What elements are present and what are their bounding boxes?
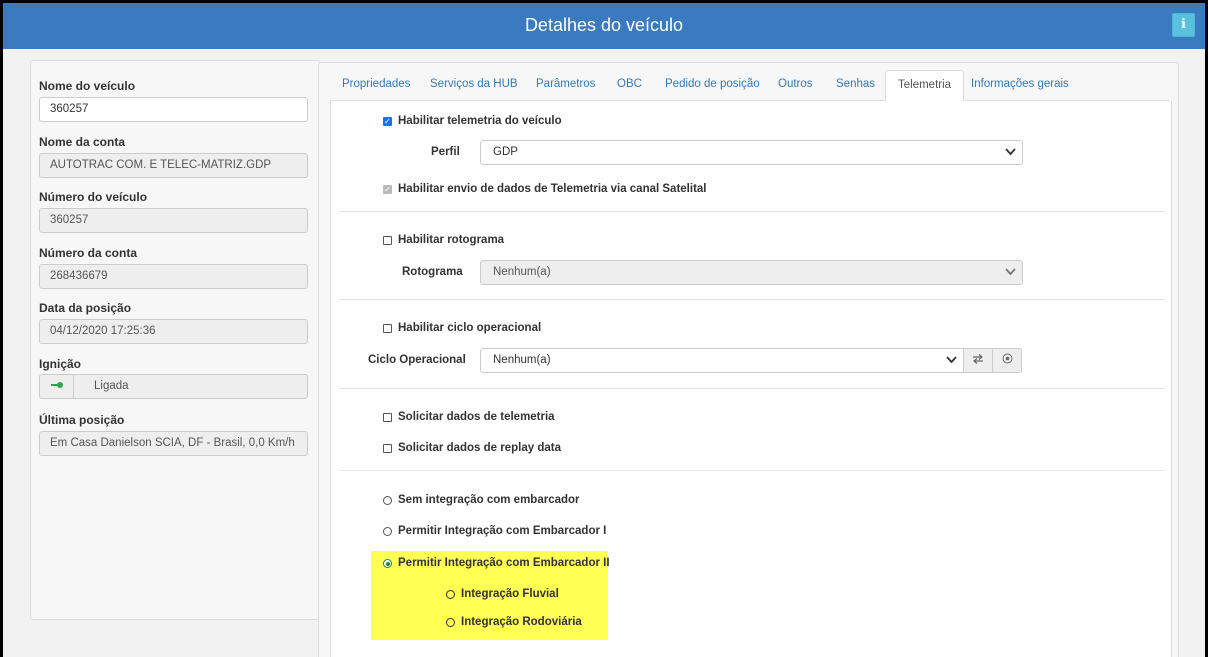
radio-no-integration-label: Sem integração com embarcador: [398, 494, 580, 506]
tab-outros[interactable]: Outros: [766, 70, 825, 101]
swap-icon: [972, 353, 984, 367]
ciclo-value: Nenhum(a): [493, 354, 551, 366]
satellite-telemetry-checkbox: ✓: [383, 185, 392, 194]
enable-ciclo-label: Habilitar ciclo operacional: [398, 322, 542, 334]
radio-no-integration[interactable]: [383, 496, 392, 505]
account-number-label: Número da conta: [39, 246, 138, 260]
vehicle-number-label: Número do veículo: [39, 190, 148, 204]
vehicle-name-label: Nome do veículo: [39, 79, 136, 93]
account-name-label: Nome da conta: [39, 135, 126, 149]
satellite-telemetry-label: Habilitar envio de dados de Telemetria v…: [398, 183, 707, 195]
key-icon: [40, 375, 74, 398]
radio-integration-i[interactable]: [383, 527, 392, 536]
position-date-field: 04/12/2020 17:25:36: [39, 319, 308, 344]
window-frame: Detalhes do veículo i Nome do veículo 36…: [0, 0, 1208, 657]
request-replay-label: Solicitar dados de replay data: [398, 442, 561, 454]
tab-informacoes-gerais[interactable]: Informações gerais: [959, 70, 1081, 101]
ciclo-select[interactable]: Nenhum(a): [480, 348, 964, 373]
enable-rotograma-label: Habilitar rotograma: [398, 234, 505, 246]
divider: [339, 388, 1165, 389]
target-button[interactable]: [992, 348, 1022, 373]
divider: [339, 211, 1165, 212]
request-telemetry-checkbox[interactable]: [383, 413, 392, 422]
enable-telemetry-checkbox[interactable]: ✓: [383, 117, 392, 126]
rotograma-select: Nenhum(a): [480, 260, 1023, 285]
vehicle-name-input[interactable]: 360257: [39, 97, 308, 122]
account-name-field: AUTOTRAC COM. E TELEC-MATRIZ.GDP: [39, 153, 308, 178]
radio-fluvial-label: Integração Fluvial: [461, 588, 559, 600]
tab-obc[interactable]: OBC: [605, 70, 654, 101]
chevron-down-icon: [946, 353, 957, 369]
perfil-value: GDP: [493, 146, 518, 158]
request-telemetry-label: Solicitar dados de telemetria: [398, 411, 555, 423]
tab-bar: Propriedades Serviços da HUB Parâmetros …: [330, 69, 1170, 101]
radio-integration-ii-label: Permitir Integração com Embarcador II: [398, 557, 610, 569]
enable-rotograma-checkbox[interactable]: [383, 236, 392, 245]
divider: [339, 299, 1165, 300]
radio-integration-ii[interactable]: [383, 559, 392, 568]
tab-parametros[interactable]: Parâmetros: [524, 70, 607, 101]
tab-telemetria[interactable]: Telemetria: [885, 70, 965, 101]
perfil-select[interactable]: GDP: [480, 140, 1023, 165]
chevron-down-icon: [1005, 145, 1016, 161]
enable-telemetry-label: Habilitar telemetria do veículo: [398, 115, 562, 127]
radio-rodoviaria[interactable]: [446, 618, 455, 627]
tab-pedido-posicao[interactable]: Pedido de posição: [653, 70, 772, 101]
swap-button[interactable]: [963, 348, 993, 373]
vehicle-number-field: 360257: [39, 208, 308, 233]
page-title: Detalhes do veículo: [524, 15, 684, 35]
ignition-label: Ignição: [39, 357, 82, 371]
divider: [339, 470, 1165, 471]
ciclo-label: Ciclo Operacional: [368, 354, 466, 366]
radio-rodoviaria-label: Integração Rodoviária: [461, 616, 582, 628]
radio-integration-i-label: Permitir Integração com Embarcador I: [398, 525, 607, 537]
rotograma-label: Rotograma: [402, 266, 463, 278]
chevron-down-icon: [1005, 265, 1016, 281]
ignition-field: Ligada: [39, 374, 308, 399]
info-icon: i: [1181, 17, 1186, 32]
rotograma-value: Nenhum(a): [493, 266, 551, 278]
radio-fluvial[interactable]: [446, 590, 455, 599]
enable-ciclo-checkbox[interactable]: [383, 324, 392, 333]
info-button[interactable]: i: [1172, 13, 1195, 37]
target-icon: [1002, 353, 1013, 367]
telemetry-tab-content: ✓ Habilitar telemetria do veículo Perfil…: [330, 101, 1172, 657]
position-date-label: Data da posição: [39, 301, 132, 315]
account-number-field: 268436679: [39, 264, 308, 289]
details-panel: Propriedades Serviços da HUB Parâmetros …: [318, 62, 1179, 657]
ignition-value: Ligada: [94, 380, 129, 392]
tab-senhas[interactable]: Senhas: [824, 70, 887, 101]
vehicle-info-panel: Nome do veículo 360257 Nome da conta AUT…: [30, 60, 320, 620]
header-bar: Detalhes do veículo i: [3, 3, 1205, 49]
request-replay-checkbox[interactable]: [383, 444, 392, 453]
last-position-label: Última posição: [39, 413, 125, 427]
tab-servicos-hub[interactable]: Serviços da HUB: [418, 70, 530, 101]
last-position-field: Em Casa Danielson SCIA, DF - Brasil, 0,0…: [39, 431, 308, 456]
perfil-label: Perfil: [431, 146, 460, 158]
page-body: Nome do veículo 360257 Nome da conta AUT…: [3, 49, 1205, 657]
tab-propriedades[interactable]: Propriedades: [330, 70, 422, 101]
